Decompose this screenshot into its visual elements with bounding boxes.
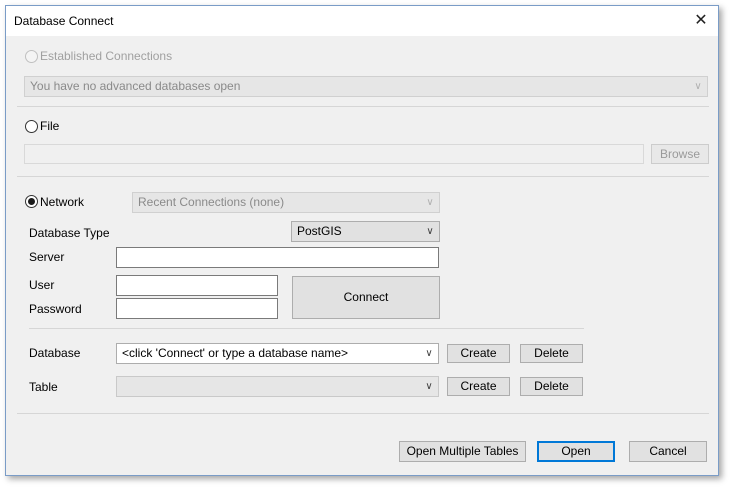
database-type-label: Database Type	[29, 226, 110, 240]
open-multiple-tables-button[interactable]: Open Multiple Tables	[399, 441, 526, 462]
network-radio[interactable]	[25, 195, 38, 208]
chevron-down-icon: ∨	[426, 197, 434, 208]
database-type-dropdown[interactable]: PostGIS ∨	[291, 221, 440, 242]
cancel-button[interactable]: Cancel	[629, 441, 707, 462]
database-name-combo[interactable]: <click 'Connect' or type a database name…	[116, 343, 439, 364]
file-label: File	[40, 119, 60, 133]
user-label: User	[29, 278, 55, 292]
chevron-down-icon: ∨	[426, 226, 434, 237]
close-icon[interactable]: ✕	[684, 6, 718, 36]
established-connections-radio[interactable]	[25, 50, 38, 63]
table-dropdown[interactable]: ∨	[116, 376, 439, 397]
connect-button[interactable]: Connect	[292, 276, 440, 319]
file-radio[interactable]	[25, 120, 38, 133]
password-label: Password	[29, 302, 82, 316]
database-delete-button[interactable]: Delete	[520, 344, 583, 363]
database-create-button[interactable]: Create	[447, 344, 510, 363]
database-connect-dialog: Database Connect ✕ Established Connectio…	[5, 5, 719, 476]
browse-button[interactable]: Browse	[651, 144, 709, 164]
separator	[17, 413, 709, 414]
window-title: Database Connect	[14, 14, 114, 28]
table-delete-button[interactable]: Delete	[520, 377, 583, 396]
database-name-value: <click 'Connect' or type a database name…	[122, 346, 349, 360]
chevron-down-icon: ∨	[425, 348, 433, 359]
database-type-value: PostGIS	[297, 224, 342, 238]
table-label: Table	[29, 380, 58, 394]
chevron-down-icon: ∨	[694, 81, 702, 92]
network-label: Network	[40, 195, 85, 209]
file-path-input[interactable]	[24, 144, 644, 164]
established-connections-dropdown[interactable]: You have no advanced databases open ∨	[24, 76, 708, 97]
established-connections-label: Established Connections	[40, 49, 173, 63]
server-input[interactable]	[116, 247, 439, 268]
chevron-down-icon: ∨	[425, 381, 433, 392]
established-connections-value: You have no advanced databases open	[30, 79, 241, 93]
title-bar: Database Connect ✕	[6, 6, 718, 36]
password-input[interactable]	[116, 298, 278, 319]
open-button[interactable]: Open	[537, 441, 615, 462]
user-input[interactable]	[116, 275, 278, 296]
separator	[17, 106, 709, 107]
recent-connections-dropdown[interactable]: Recent Connections (none) ∨	[132, 192, 440, 213]
table-create-button[interactable]: Create	[447, 377, 510, 396]
database-label: Database	[29, 346, 81, 360]
server-label: Server	[29, 250, 65, 264]
recent-connections-value: Recent Connections (none)	[138, 195, 285, 209]
separator	[17, 176, 709, 177]
separator	[29, 328, 584, 329]
